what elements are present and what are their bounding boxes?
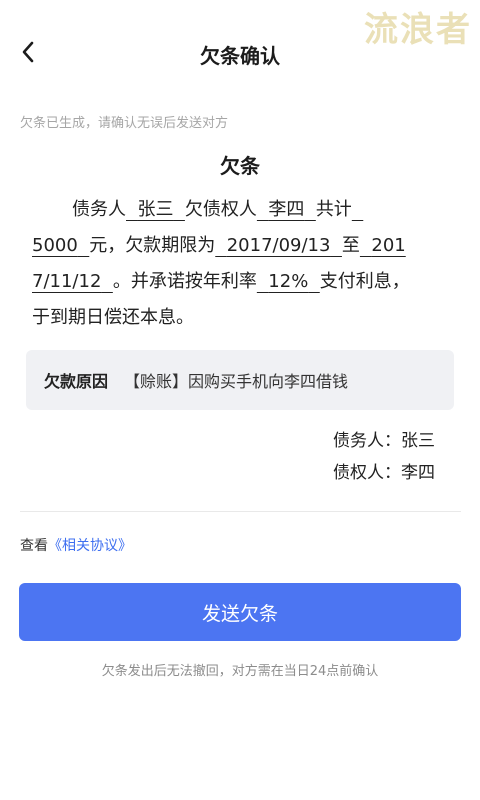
debt-reason-panel: 欠款原因 【赊账】因购买手机向李四借钱 — [26, 350, 454, 410]
page-title: 欠条确认 — [200, 44, 280, 68]
debt-reason-text: 【赊账】因购买手机向李四借钱 — [124, 372, 349, 391]
document-line: 于到期日偿还本息。 — [32, 300, 450, 336]
rate-field: 12% — [268, 271, 309, 292]
document-line: 7/11/12 。并承诺按年利率 12% 支付利息， — [32, 264, 450, 300]
document-title: 欠条 — [220, 154, 260, 178]
total-label: 共计 — [315, 199, 352, 220]
total-blank — [352, 199, 363, 220]
rate-suffix: 支付利息， — [319, 271, 410, 292]
agreement-link[interactable]: 《相关协议》 — [48, 538, 132, 554]
to-label: 至 — [341, 235, 360, 256]
divider — [20, 511, 461, 512]
creditor-name-field: 李四 — [268, 199, 305, 220]
agreement-prefix: 查看 — [20, 538, 48, 554]
footer-note: 欠条发出后无法撤回，对方需在当日24点前确认 — [101, 664, 379, 679]
debtor-signature: 债务人：张三 — [333, 431, 435, 451]
debtor-label: 债务人 — [72, 199, 126, 220]
rate-prefix: 。并承诺按年利率 — [112, 271, 257, 292]
amount-field: 5000 — [32, 235, 78, 256]
signature-block: 债务人：张三 债权人：李四 — [333, 425, 435, 489]
document-line: 债务人 张三 欠债权人 李四 共计 — [32, 192, 450, 228]
status-hint: 欠条已生成，请确认无误后发送对方 — [20, 116, 229, 131]
owe-label: 欠债权人 — [184, 199, 257, 220]
debt-reason-label: 欠款原因 — [44, 372, 109, 391]
debtor-name-field: 张三 — [137, 199, 174, 220]
closing-text: 于到期日偿还本息。 — [32, 307, 194, 328]
amount-suffix: 元，欠款期限为 — [89, 235, 216, 256]
document-body: 债务人 张三 欠债权人 李四 共计 5000 元，欠款期限为 2017/09/1… — [32, 192, 450, 336]
send-iou-button[interactable]: 发送欠条 — [19, 583, 461, 641]
creditor-signature: 债权人：李四 — [333, 463, 435, 483]
start-date-field: 2017/09/13 — [226, 235, 331, 256]
end-date-field: 201 — [371, 235, 406, 256]
nav-bar: 欠条确认 — [0, 28, 480, 78]
agreement-row: 查看《相关协议》 — [20, 535, 132, 555]
document-line: 5000 元，欠款期限为 2017/09/13 至 201 — [32, 228, 450, 264]
end-date-field-cont: 7/11/12 — [32, 271, 102, 292]
